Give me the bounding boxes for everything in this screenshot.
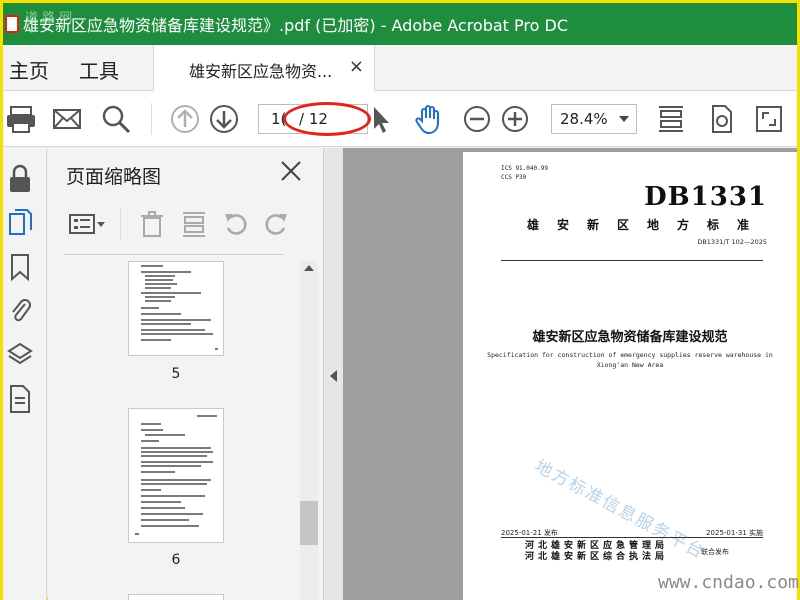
issuer-line: 河北雄安新区综合执法局	[525, 552, 669, 562]
rotate-left-icon[interactable]	[222, 210, 250, 238]
ics-line: ICS 91.040.99	[501, 165, 548, 172]
menu-tools[interactable]: 工具	[79, 55, 119, 84]
menu-home[interactable]: 主页	[9, 55, 49, 84]
zoom-out-icon[interactable]	[461, 103, 493, 135]
toolbar: 1( / 12 28.4%	[3, 91, 797, 147]
scrollbar[interactable]	[300, 261, 318, 600]
joint-release: 联合发布	[701, 548, 729, 556]
document-title: 雄安新区应急物资储备库建设规范	[532, 330, 728, 345]
total-pages: / 12	[299, 110, 328, 128]
page-thumbnail[interactable]	[128, 261, 224, 356]
pdf-page: ICS 91.040.99 CCS P30 DB1331 雄安新区地方标准 DB…	[463, 152, 797, 600]
left-rail	[3, 148, 47, 600]
print-icon[interactable]	[5, 103, 37, 135]
rotate-right-icon[interactable]	[262, 210, 290, 238]
header-rule	[501, 260, 763, 261]
chevron-down-icon	[619, 116, 629, 122]
arrow-down-icon[interactable]	[208, 103, 240, 135]
tab-bar: 主页 工具 雄安新区应急物资... ×	[3, 45, 797, 91]
corner-watermark: 道 路 网	[25, 11, 73, 26]
zoom-value: 28.4%	[560, 110, 608, 128]
panel-divider	[64, 254, 284, 255]
site-watermark: www.cndao.com	[658, 572, 799, 593]
ics-code: ICS 91.040.99 CCS P30	[501, 164, 548, 182]
pdf-file-icon	[5, 15, 19, 33]
standard-code: DB1331/T 102—2025	[697, 238, 767, 246]
english-title-line: Xiong'an New Area	[596, 361, 664, 369]
full-screen-icon[interactable]	[753, 103, 785, 135]
collapse-arrow-icon[interactable]	[330, 370, 337, 382]
zoom-in-icon[interactable]	[499, 103, 531, 135]
hand-tool-icon[interactable]	[413, 103, 445, 135]
standard-type: 雄安新区地方标准	[526, 218, 767, 232]
zoom-select[interactable]: 28.4%	[551, 104, 637, 134]
window-title: 雄安新区应急物资储备库建设规范》.pdf (已加密) - Adobe Acrob…	[23, 16, 569, 35]
close-icon[interactable]	[278, 158, 304, 184]
english-title-line: Specification for construction of emerge…	[487, 351, 773, 359]
page-number-field[interactable]: 1( / 12	[258, 104, 368, 134]
page-thumbnail[interactable]	[128, 408, 224, 543]
rotate-page-icon[interactable]	[705, 103, 737, 135]
page-thumbnail[interactable]	[128, 594, 224, 600]
panel-splitter[interactable]	[323, 148, 343, 600]
footer-rule	[501, 537, 763, 538]
thumbnail-label: 5	[171, 366, 181, 382]
document-tab[interactable]: 雄安新区应急物资... ×	[153, 45, 375, 91]
title-bar: 道 路 网 雄安新区应急物资储备库建设规范》.pdf (已加密) - Adobe…	[3, 3, 797, 45]
scrollbar-thumb[interactable]	[300, 501, 318, 545]
search-icon[interactable]	[100, 103, 132, 135]
english-title: Specification for construction of emerge…	[483, 350, 777, 370]
page-thumbnails-panel: 页面缩略图 5 6	[48, 148, 323, 600]
layers-icon[interactable]	[7, 340, 33, 370]
document-view[interactable]: ICS 91.040.99 CCS P30 DB1331 雄安新区地方标准 DB…	[343, 148, 797, 600]
standard-number: DB1331	[644, 182, 767, 212]
trash-icon[interactable]	[138, 210, 166, 238]
ccs-line: CCS P30	[501, 174, 527, 181]
issue-date: 2025-01-21 发布	[501, 529, 558, 537]
bookmark-icon[interactable]	[7, 252, 33, 282]
fit-width-icon[interactable]	[655, 103, 687, 135]
panel-separator	[120, 208, 121, 240]
document-properties-icon[interactable]	[7, 384, 33, 414]
toolbar-separator	[151, 103, 152, 135]
current-page[interactable]: 1(	[271, 110, 286, 128]
mail-icon[interactable]	[51, 103, 83, 135]
pages-icon[interactable]	[7, 208, 33, 238]
options-menu-icon[interactable]	[68, 210, 108, 238]
document-tab-label: 雄安新区应急物资...	[189, 62, 333, 81]
close-icon[interactable]: ×	[349, 56, 364, 77]
panel-title: 页面缩略图	[66, 166, 162, 188]
lock-icon[interactable]	[7, 164, 33, 194]
thumbnail-label: 6	[171, 552, 181, 568]
scroll-up-icon[interactable]	[304, 265, 314, 271]
attachment-icon[interactable]	[7, 296, 33, 326]
panel-toolbar	[48, 200, 323, 250]
select-cursor-icon[interactable]	[365, 103, 397, 135]
issuing-authorities: 河北雄安新区应急管理局 河北雄安新区综合执法局	[525, 541, 668, 563]
arrow-up-icon[interactable]	[169, 103, 201, 135]
issuer-line: 河北雄安新区应急管理局	[525, 541, 669, 551]
insert-page-icon[interactable]	[180, 210, 208, 238]
